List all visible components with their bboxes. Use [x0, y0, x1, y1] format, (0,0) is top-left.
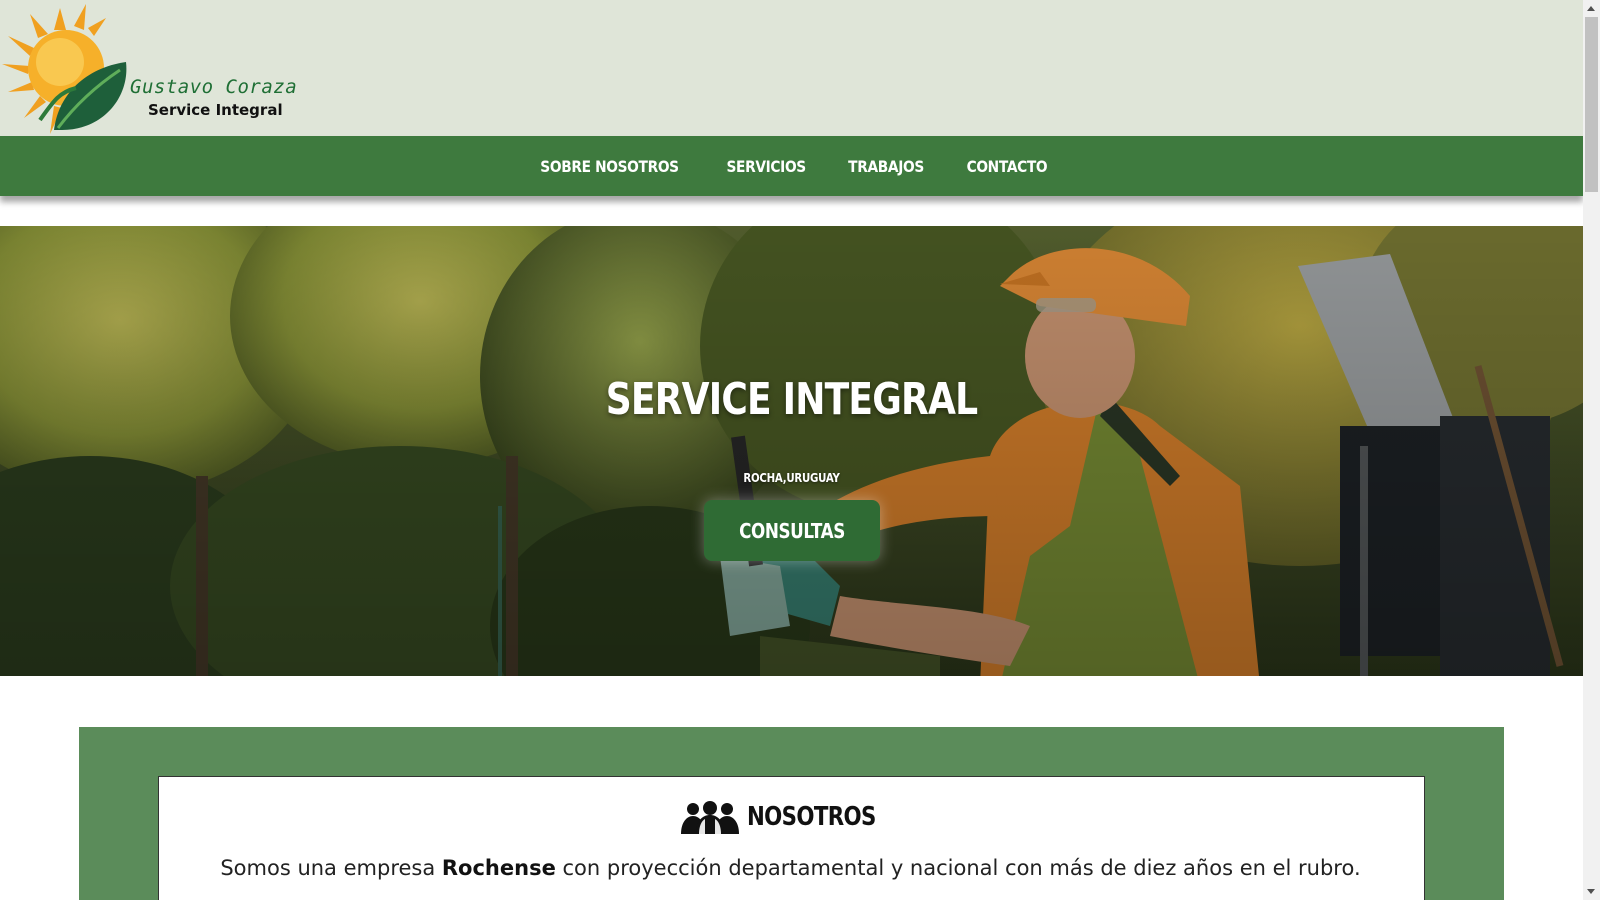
nav-item-sobre-nosotros[interactable]: SOBRE NOSOTROS — [540, 157, 679, 176]
scroll-up-arrow-icon[interactable] — [1587, 6, 1595, 11]
hero-location: ROCHA,URUGUAY — [743, 471, 840, 485]
sun-leaf-logo-icon — [2, 4, 127, 134]
logo-subtitle: Service Integral — [148, 101, 283, 119]
hero-banner: SERVICE INTEGRAL ROCHA,URUGUAY CONSULTAS — [0, 226, 1583, 676]
hero-background-image — [0, 226, 1583, 676]
consultas-button[interactable]: CONSULTAS — [704, 500, 880, 561]
hero-title: SERVICE INTEGRAL — [605, 374, 978, 425]
about-text-end: con proyección departamental y nacional … — [555, 856, 1361, 880]
page: Gustavo Coraza Service Integral SOBRE NO… — [0, 0, 1583, 900]
logo-name: Gustavo Coraza — [130, 76, 298, 98]
scroll-thumb[interactable] — [1585, 17, 1598, 192]
consultas-button-label: CONSULTAS — [739, 518, 845, 543]
about-heading: NOSOTROS — [0, 800, 1583, 834]
about-text-start: Somos una empresa — [220, 856, 442, 880]
vertical-scrollbar[interactable] — [1583, 0, 1600, 900]
about-text-bold: Rochense — [441, 856, 556, 880]
nav-item-servicios[interactable]: SERVICIOS — [726, 157, 806, 176]
people-icon — [681, 801, 740, 834]
main-nav: SOBRE NOSOTROS SERVICIOS TRABAJOS CONTAC… — [0, 136, 1583, 196]
site-header: Gustavo Coraza Service Integral — [0, 0, 1583, 136]
about-title: NOSOTROS — [747, 802, 876, 832]
logo[interactable]: Gustavo Coraza Service Integral — [0, 0, 300, 136]
scroll-down-arrow-icon[interactable] — [1587, 889, 1595, 894]
nav-item-contacto[interactable]: CONTACTO — [967, 157, 1048, 176]
about-card — [158, 776, 1425, 900]
about-description: Somos una empresa Rochense con proyecció… — [158, 856, 1423, 880]
nav-item-trabajos[interactable]: TRABAJOS — [848, 157, 924, 176]
